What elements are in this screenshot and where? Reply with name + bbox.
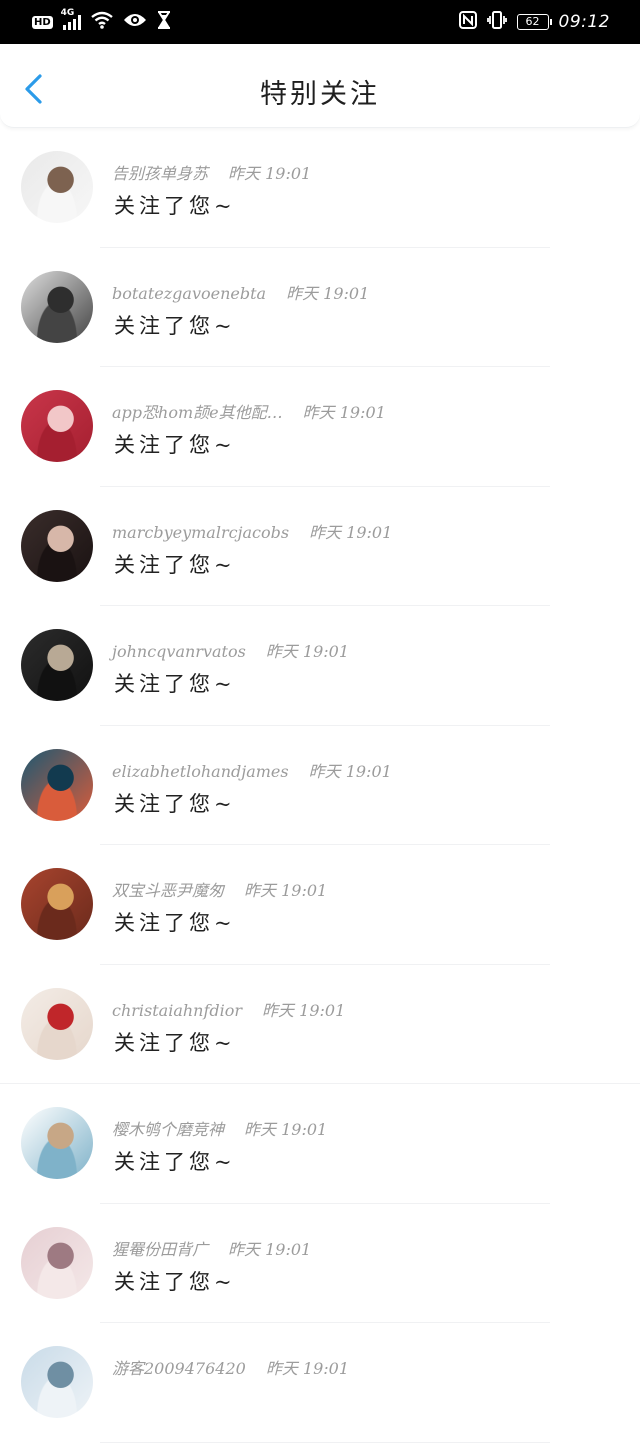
- message-text: 关注了您~: [114, 194, 236, 218]
- clock: 09:12: [558, 12, 610, 32]
- vibrate-icon: [486, 11, 507, 33]
- timestamp: 昨天 19:01: [302, 403, 386, 422]
- hourglass-icon: [157, 11, 171, 33]
- avatar[interactable]: [21, 1107, 93, 1179]
- user-name[interactable]: 告别孩单身苏: [112, 164, 208, 183]
- avatar[interactable]: [21, 748, 93, 821]
- user-name[interactable]: christaiahnfdior: [112, 1001, 242, 1020]
- avatar[interactable]: [21, 509, 93, 582]
- cellular-signal-icon: 4G: [61, 8, 81, 30]
- user-name[interactable]: 樱木鸲个磨竞神: [112, 1120, 224, 1139]
- status-bar-left: HD 4G: [32, 8, 171, 33]
- list-item[interactable]: johncqvanrvatos 昨天 19:01 关注了您~: [0, 606, 640, 726]
- battery-icon: 62: [516, 14, 552, 30]
- message-text: 关注了您~: [114, 911, 236, 935]
- list-item[interactable]: 双宝斗恶尹魔匆 昨天 19:01 关注了您~: [0, 845, 640, 965]
- message-text: 关注了您~: [114, 552, 236, 577]
- timestamp: 昨天 19:01: [309, 522, 393, 542]
- user-name[interactable]: johncqvanrvatos: [112, 642, 246, 661]
- eye-icon: [123, 12, 147, 32]
- timestamp: 昨天 19:01: [228, 1239, 312, 1259]
- name-line: johncqvanrvatos 昨天 19:01: [112, 638, 349, 662]
- message-text: 关注了您~: [114, 313, 236, 338]
- avatar[interactable]: [21, 390, 93, 462]
- list-item[interactable]: elizabhetlohandjames 昨天 19:01 关注了您~: [0, 726, 640, 845]
- list-item[interactable]: 樱木鸲个磨竞神 昨天 19:01 关注了您~: [0, 1084, 640, 1204]
- name-line: 告别孩单身苏 昨天 19:01: [112, 160, 311, 184]
- timestamp: 昨天 19:01: [262, 1000, 346, 1020]
- timestamp: 昨天 19:01: [244, 881, 328, 900]
- avatar[interactable]: [21, 1226, 93, 1299]
- nfc-icon: [458, 11, 477, 33]
- user-name[interactable]: 游客2009476420: [112, 1359, 246, 1378]
- list-item[interactable]: app恐hom颉e其他配… 昨天 19:01 关注了您~: [0, 367, 640, 487]
- avatar[interactable]: [21, 868, 93, 940]
- name-line: botatezgavoenebta 昨天 19:01: [112, 280, 369, 304]
- message-text: 关注了您~: [114, 433, 236, 457]
- avatar[interactable]: [21, 1346, 93, 1418]
- name-line: elizabhetlohandjames 昨天 19:01: [112, 758, 392, 782]
- name-line: 双宝斗恶尹魔匆 昨天 19:01: [112, 877, 327, 901]
- name-line: marcbyeymalrcjacobs 昨天 19:01: [112, 519, 392, 543]
- user-name[interactable]: elizabhetlohandjames: [112, 762, 289, 781]
- list-item[interactable]: 猩罨份田背广 昨天 19:01 关注了您~: [0, 1204, 640, 1323]
- timestamp: 昨天 19:01: [244, 1120, 328, 1139]
- name-line: 樱木鸲个磨竞神 昨天 19:01: [112, 1116, 327, 1140]
- message-text: 关注了您~: [114, 1150, 236, 1174]
- timestamp: 昨天 19:01: [265, 1359, 350, 1378]
- hd-badge: HD: [32, 15, 53, 29]
- user-name[interactable]: marcbyeymalrcjacobs: [112, 523, 289, 542]
- message-text: 关注了您~: [114, 791, 236, 816]
- nav-header: 特别关注: [0, 44, 640, 128]
- name-line: 猩罨份田背广 昨天 19:01: [112, 1236, 311, 1260]
- status-bar-right: 62 09:12: [458, 11, 611, 33]
- name-line: 游客2009476420 昨天 19:01: [112, 1355, 349, 1379]
- user-name[interactable]: app恐hom颉e其他配…: [112, 403, 283, 422]
- user-name[interactable]: 双宝斗恶尹魔匆: [112, 881, 224, 900]
- list-item[interactable]: botatezgavoenebta 昨天 19:01 关注了您~: [0, 248, 640, 367]
- message-text: 关注了您~: [114, 1030, 236, 1055]
- list-item[interactable]: christaiahnfdior 昨天 19:01 关注了您~: [0, 965, 640, 1084]
- list-item[interactable]: marcbyeymalrcjacobs 昨天 19:01 关注了您~: [0, 487, 640, 606]
- network-type: 4G: [60, 8, 75, 18]
- list-item[interactable]: 告别孩单身苏 昨天 19:01 关注了您~: [0, 128, 640, 248]
- message-text: 关注了您~: [114, 1269, 236, 1294]
- timestamp: 昨天 19:01: [286, 283, 370, 303]
- timestamp: 昨天 19:01: [308, 761, 392, 781]
- message-text: 关注了您~: [114, 672, 236, 696]
- avatar[interactable]: [21, 270, 93, 343]
- user-name[interactable]: 猩罨份田背广: [112, 1240, 208, 1259]
- user-name[interactable]: botatezgavoenebta: [112, 284, 266, 303]
- name-line: christaiahnfdior 昨天 19:01: [112, 997, 345, 1021]
- list-item[interactable]: 游客2009476420 昨天 19:01: [0, 1323, 640, 1443]
- follow-list: 告别孩单身苏 昨天 19:01 关注了您~ botatezgavoenebta 昨天 1…: [0, 128, 640, 1443]
- avatar[interactable]: [21, 629, 93, 701]
- name-line: app恐hom颉e其他配… 昨天 19:01: [112, 399, 386, 423]
- avatar[interactable]: [21, 151, 93, 223]
- page-title: 特别关注: [260, 79, 380, 110]
- timestamp: 昨天 19:01: [228, 164, 312, 183]
- divider: [100, 1441, 550, 1443]
- timestamp: 昨天 19:01: [265, 642, 349, 661]
- avatar[interactable]: [21, 987, 93, 1060]
- status-bar: HD 4G 62 09:12: [0, 0, 640, 44]
- wifi-icon: [90, 11, 113, 33]
